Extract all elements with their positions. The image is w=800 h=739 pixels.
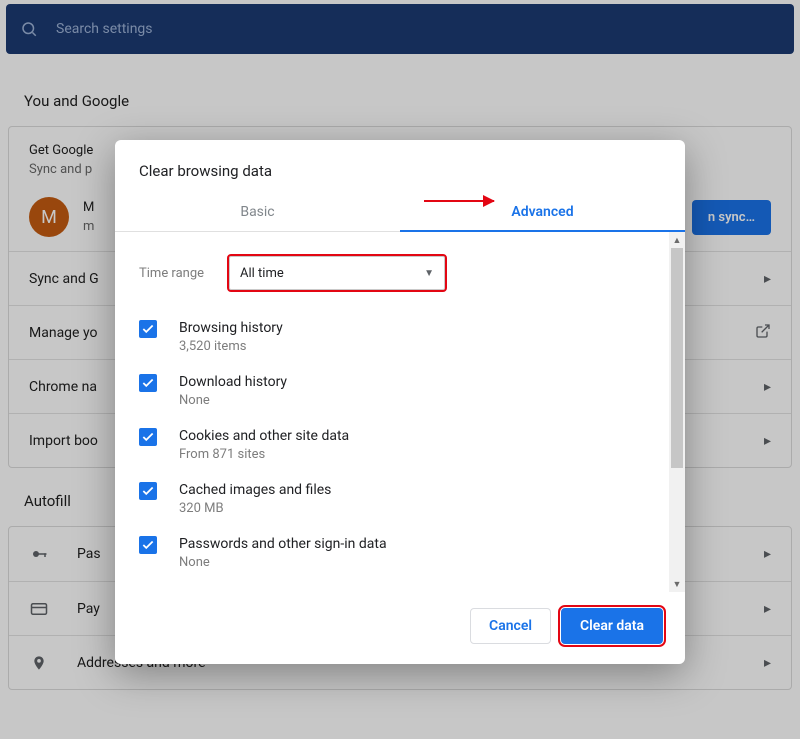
option-label: Passwords and other sign-in data [179, 536, 387, 552]
option-passwords[interactable]: Passwords and other sign-in data None [139, 526, 653, 580]
scroll-up-icon[interactable]: ▲ [669, 232, 685, 248]
dialog-scroll-area: Time range All time ▼ Browsing history 3… [139, 246, 677, 586]
tab-basic[interactable]: Basic [115, 192, 400, 232]
dialog-title: Clear browsing data [115, 140, 685, 192]
checkbox-checked-icon[interactable] [139, 536, 157, 554]
option-label: Cached images and files [179, 482, 331, 498]
dialog-tabs: Basic Advanced [115, 192, 685, 232]
clear-browsing-data-dialog: Clear browsing data Basic Advanced Time … [115, 140, 685, 664]
option-detail: 320 MB [179, 501, 331, 516]
option-detail: 3,520 items [179, 339, 283, 354]
checkbox-checked-icon[interactable] [139, 428, 157, 446]
option-autofill-form[interactable]: Autofill form data [139, 580, 653, 586]
checkbox-checked-icon[interactable] [139, 482, 157, 500]
option-label: Download history [179, 374, 287, 390]
dialog-footer: Cancel Clear data [115, 592, 685, 664]
chevron-down-icon: ▼ [424, 268, 434, 279]
checkbox-checked-icon[interactable] [139, 320, 157, 338]
dialog-body: Time range All time ▼ Browsing history 3… [115, 232, 685, 592]
annotation-arrow-icon [424, 200, 494, 202]
option-browsing-history[interactable]: Browsing history 3,520 items [139, 310, 653, 364]
checkbox-checked-icon[interactable] [139, 374, 157, 392]
option-cached[interactable]: Cached images and files 320 MB [139, 472, 653, 526]
option-download-history[interactable]: Download history None [139, 364, 653, 418]
option-cookies[interactable]: Cookies and other site data From 871 sit… [139, 418, 653, 472]
tab-advanced[interactable]: Advanced [400, 192, 685, 232]
time-range-select[interactable]: All time ▼ [229, 256, 445, 290]
scroll-down-icon[interactable]: ▼ [669, 576, 685, 592]
option-label: Browsing history [179, 320, 283, 336]
option-detail: None [179, 555, 387, 570]
time-range-label: Time range [139, 266, 229, 281]
option-label: Cookies and other site data [179, 428, 349, 444]
clear-data-button[interactable]: Clear data [561, 608, 663, 644]
time-range-value: All time [240, 266, 284, 281]
scrollbar-thumb[interactable] [671, 248, 683, 468]
option-detail: None [179, 393, 287, 408]
vertical-scrollbar[interactable]: ▲ ▼ [669, 232, 685, 592]
option-detail: From 871 sites [179, 447, 349, 462]
cancel-button[interactable]: Cancel [470, 608, 551, 644]
time-range-row: Time range All time ▼ [139, 256, 653, 290]
